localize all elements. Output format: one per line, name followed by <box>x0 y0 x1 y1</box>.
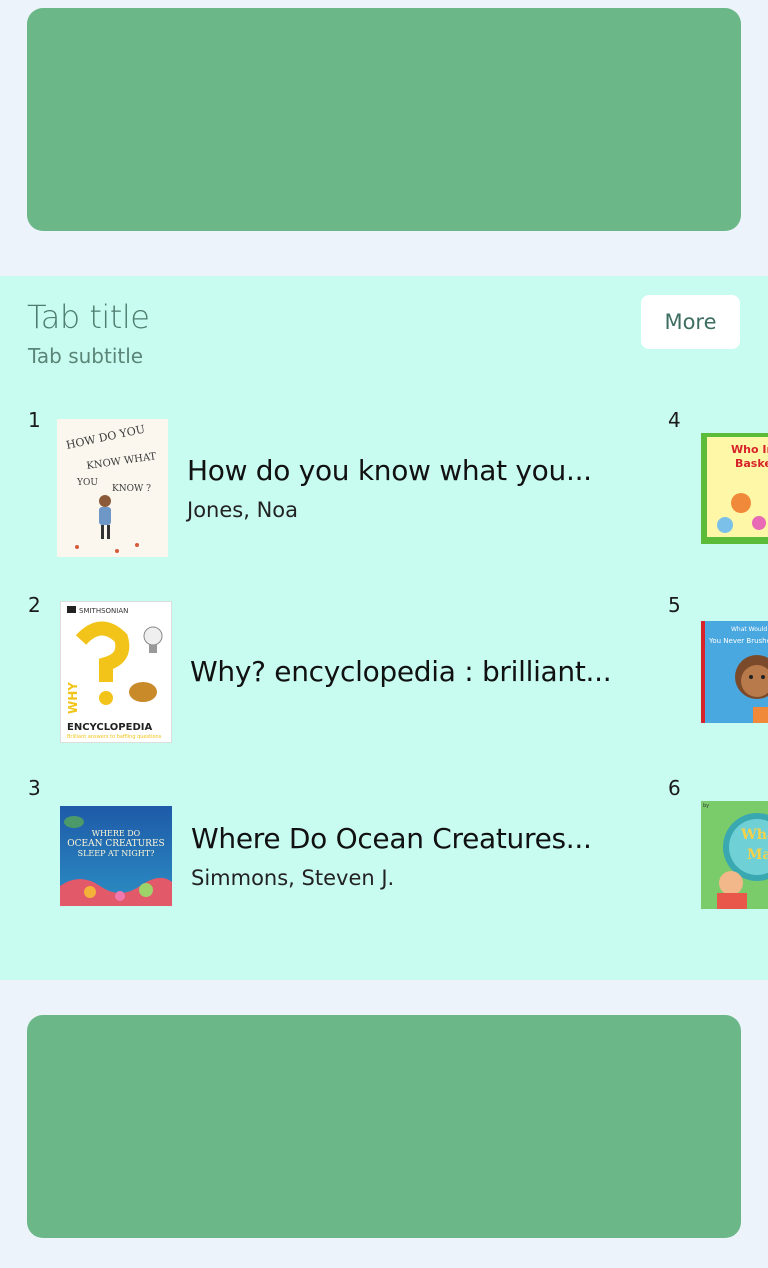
book-cover[interactable]: SMITHSONIAN WHY ENCYCLOPEDIA Brilliant a… <box>60 601 172 743</box>
svg-text:Baskett: Baskett <box>735 457 768 470</box>
top-banner[interactable] <box>27 8 741 231</box>
rank-number: 4 <box>668 408 681 432</box>
rank-number: 2 <box>28 593 41 617</box>
svg-text:What Would H: What Would H <box>731 626 768 633</box>
rank-number: 6 <box>668 776 681 800</box>
svg-text:WHERE DO: WHERE DO <box>92 829 141 838</box>
svg-text:Math: Math <box>747 847 768 863</box>
svg-text:Who Inv: Who Inv <box>731 443 768 456</box>
tab-subtitle: Tab subtitle <box>28 344 144 368</box>
book-title[interactable]: Why? encyclopedia : brilliant... <box>190 655 612 688</box>
book-cover[interactable]: Who Inv Baskett <box>701 433 768 544</box>
svg-text:OCEAN CREATURES: OCEAN CREATURES <box>67 839 164 849</box>
book-cover[interactable]: What Math by <box>701 801 768 909</box>
svg-text:What: What <box>740 827 768 843</box>
book-title[interactable]: How do you know what you... <box>187 454 592 487</box>
book-author: Simmons, Steven J. <box>191 866 395 890</box>
svg-text:SLEEP AT NIGHT?: SLEEP AT NIGHT? <box>78 849 155 858</box>
rank-number: 3 <box>28 776 41 800</box>
svg-text:You Never Brushe: You Never Brushe <box>708 637 768 645</box>
book-title[interactable]: Where Do Ocean Creatures... <box>191 822 592 855</box>
svg-text:ENCYCLOPEDIA: ENCYCLOPEDIA <box>67 722 152 733</box>
book-cover[interactable]: HOW DO YOU KNOW WHAT YOU KNOW ? <box>57 419 168 557</box>
book-cover[interactable]: WHERE DO OCEAN CREATURES SLEEP AT NIGHT? <box>60 806 172 906</box>
more-button[interactable]: More <box>641 295 740 349</box>
svg-text:SMITHSONIAN: SMITHSONIAN <box>79 607 128 615</box>
book-list-section: Tab title Tab subtitle More 1 HOW DO YOU… <box>0 276 768 980</box>
book-author: Jones, Noa <box>187 498 298 522</box>
book-cover[interactable]: What Would H You Never Brushe <box>701 621 768 723</box>
bottom-banner[interactable] <box>27 1015 741 1238</box>
svg-text:Brilliant answers to baffling: Brilliant answers to baffling questions <box>67 734 162 740</box>
svg-text:KNOW ?: KNOW ? <box>112 484 151 494</box>
rank-number: 1 <box>28 408 41 432</box>
svg-text:WHY: WHY <box>66 682 80 714</box>
svg-text:YOU: YOU <box>76 478 98 488</box>
tab-title: Tab title <box>27 298 150 336</box>
rank-number: 5 <box>668 593 681 617</box>
svg-text:by: by <box>703 803 709 809</box>
